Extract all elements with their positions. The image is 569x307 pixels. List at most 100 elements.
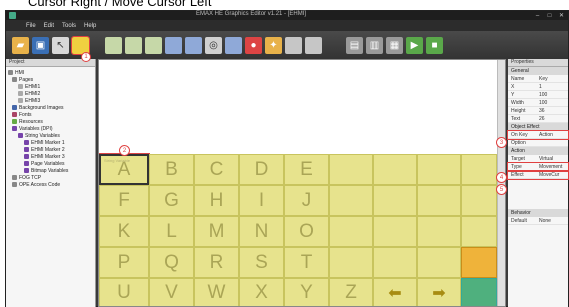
key-z[interactable]: Z bbox=[329, 278, 373, 306]
prop-row[interactable]: Height 36 bbox=[508, 107, 568, 115]
menu-edit[interactable]: Edit bbox=[44, 23, 54, 29]
key-h2[interactable] bbox=[373, 216, 417, 247]
menu-help[interactable]: Help bbox=[84, 23, 96, 29]
prop-row[interactable]: Default None bbox=[508, 217, 568, 225]
line-icon[interactable] bbox=[105, 36, 122, 54]
tree-node[interactable]: Page Variables bbox=[8, 160, 93, 167]
prop-group-behavior[interactable]: Behavior bbox=[508, 209, 568, 217]
chart-icon[interactable] bbox=[225, 36, 242, 54]
prop-row-type[interactable]: Type Movement bbox=[507, 162, 569, 172]
key-b[interactable]: B bbox=[149, 154, 194, 185]
prop-row[interactable]: Target Virtual bbox=[508, 155, 568, 163]
prop-group-effect[interactable]: Object Effect bbox=[508, 123, 568, 131]
key-f2[interactable] bbox=[373, 154, 417, 185]
tree-node[interactable]: EHMI3 bbox=[8, 97, 93, 104]
key-n[interactable]: N bbox=[239, 216, 284, 247]
key-j[interactable]: J bbox=[284, 185, 329, 216]
build-icon[interactable]: ■ bbox=[426, 36, 443, 54]
key-f4[interactable] bbox=[461, 154, 497, 185]
rect-icon[interactable] bbox=[125, 36, 142, 54]
record-icon[interactable]: ● bbox=[245, 36, 262, 54]
key-cursor-left[interactable]: ⬅ bbox=[373, 278, 417, 306]
panel-icon[interactable] bbox=[285, 36, 302, 54]
key-i2[interactable] bbox=[373, 247, 417, 278]
key-f[interactable]: F bbox=[99, 185, 149, 216]
tree-node[interactable]: OPE Access Code bbox=[8, 181, 93, 188]
minimize-icon[interactable]: ‒ bbox=[533, 12, 542, 19]
key-h[interactable]: H bbox=[194, 185, 239, 216]
key-f1[interactable] bbox=[329, 154, 373, 185]
key-w[interactable]: W bbox=[194, 278, 239, 306]
save-icon[interactable]: ▣ bbox=[32, 36, 49, 54]
key-g3[interactable] bbox=[417, 185, 461, 216]
export-icon[interactable]: ▦ bbox=[386, 36, 403, 54]
tree-node[interactable]: EHMI Marker 2 bbox=[8, 146, 93, 153]
key-k[interactable]: K bbox=[99, 216, 149, 247]
prop-row[interactable]: X1 bbox=[508, 83, 568, 91]
tree-node[interactable]: Bitmap Variables bbox=[8, 167, 93, 174]
key-cursor-right[interactable]: ➡ bbox=[417, 278, 461, 306]
key-u[interactable]: U bbox=[99, 278, 149, 306]
ellipse-icon[interactable] bbox=[145, 36, 162, 54]
menu-file[interactable]: File bbox=[26, 23, 36, 29]
key-m[interactable]: M bbox=[194, 216, 239, 247]
key-y[interactable]: Y bbox=[284, 278, 329, 306]
key-h4[interactable] bbox=[461, 216, 497, 247]
key-h1[interactable] bbox=[329, 216, 373, 247]
close-icon[interactable]: ✕ bbox=[557, 12, 566, 19]
star-icon[interactable]: ✦ bbox=[265, 36, 282, 54]
key-v[interactable]: V bbox=[149, 278, 194, 306]
tree-node[interactable]: Variables (DPI) bbox=[8, 125, 93, 132]
key-t[interactable]: T bbox=[284, 247, 329, 278]
cursor-icon[interactable]: ↖ bbox=[52, 36, 69, 54]
design-canvas[interactable]: String Variable A B C D E F G H I J K L M… bbox=[98, 59, 506, 307]
vertical-scrollbar[interactable] bbox=[497, 60, 505, 306]
key-g1[interactable] bbox=[329, 185, 373, 216]
prop-row[interactable]: Name Key bbox=[508, 75, 568, 83]
key-d[interactable]: D bbox=[239, 154, 284, 185]
prop-row[interactable]: Width 100 bbox=[508, 99, 568, 107]
tree-node[interactable]: Fonts bbox=[8, 111, 93, 118]
key-a[interactable]: String Variable A bbox=[99, 154, 149, 185]
tree-node[interactable]: EHMI Marker 3 bbox=[8, 153, 93, 160]
key-c[interactable]: C bbox=[194, 154, 239, 185]
prop-row-effect[interactable]: Effect MoveCur bbox=[507, 170, 569, 180]
prop-row[interactable]: Option bbox=[508, 139, 568, 147]
prop-group-general[interactable]: General bbox=[508, 67, 568, 75]
selected-shape-icon[interactable] bbox=[71, 35, 90, 55]
image-icon[interactable] bbox=[165, 36, 182, 54]
prop-row[interactable]: Text 26 bbox=[508, 115, 568, 123]
picture-icon[interactable]: ◎ bbox=[205, 36, 222, 54]
key-enter[interactable] bbox=[461, 247, 497, 278]
key-x[interactable]: X bbox=[239, 278, 284, 306]
key-p[interactable]: P bbox=[99, 247, 149, 278]
key-g2[interactable] bbox=[373, 185, 417, 216]
key-i[interactable]: I bbox=[239, 185, 284, 216]
key-o[interactable]: O bbox=[284, 216, 329, 247]
settings-icon[interactable] bbox=[305, 36, 322, 54]
prop-row-on-key[interactable]: On Key Action bbox=[507, 130, 569, 140]
key-s[interactable]: S bbox=[239, 247, 284, 278]
key-q[interactable]: Q bbox=[149, 247, 194, 278]
align-icon[interactable]: ▤ bbox=[346, 36, 363, 54]
run-icon[interactable]: ▶ bbox=[406, 36, 423, 54]
tree-node[interactable]: Resources bbox=[8, 118, 93, 125]
key-r[interactable]: R bbox=[194, 247, 239, 278]
tree-node[interactable]: Pages bbox=[8, 76, 93, 83]
key-f3[interactable] bbox=[417, 154, 461, 185]
tree-node[interactable]: EHMI Marker 1 bbox=[8, 139, 93, 146]
key-e[interactable]: E bbox=[284, 154, 329, 185]
prop-row[interactable]: Y 100 bbox=[508, 91, 568, 99]
tree-node[interactable]: EHMI2 bbox=[8, 90, 93, 97]
key-ok[interactable] bbox=[461, 278, 497, 306]
tree-node[interactable]: FOG TCP bbox=[8, 174, 93, 181]
key-h3[interactable] bbox=[417, 216, 461, 247]
tree-node[interactable]: Background Images bbox=[8, 104, 93, 111]
prop-group-action[interactable]: Action bbox=[508, 147, 568, 155]
key-l[interactable]: L bbox=[149, 216, 194, 247]
tree-node[interactable]: String Variables bbox=[8, 132, 93, 139]
tree-node[interactable]: EHMI1 bbox=[8, 83, 93, 90]
grid-icon[interactable] bbox=[185, 36, 202, 54]
layers-icon[interactable]: ▥ bbox=[366, 36, 383, 54]
key-i3[interactable] bbox=[417, 247, 461, 278]
